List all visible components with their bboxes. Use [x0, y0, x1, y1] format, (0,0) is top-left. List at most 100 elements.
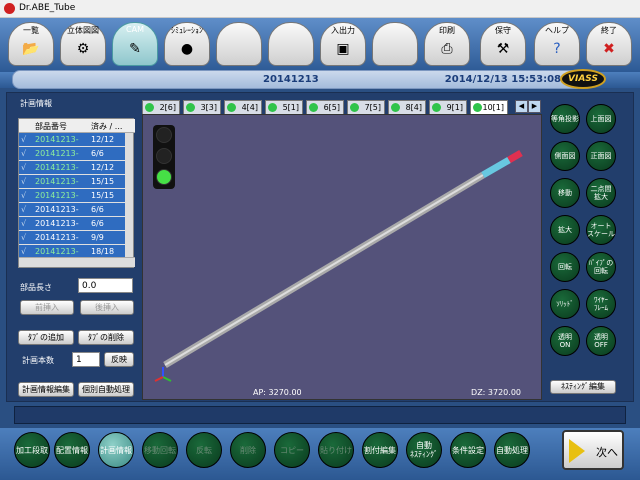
plan-count-stepper[interactable]: 1	[72, 352, 100, 367]
add-tab-button[interactable]: ﾀﾌﾞの追加	[18, 330, 74, 345]
status-bar	[14, 406, 626, 424]
tab-0[interactable]: 2[6]	[142, 100, 180, 114]
col-part-number[interactable]: 部品番号	[35, 121, 67, 132]
bottom-button-5[interactable]: 削除	[230, 432, 266, 468]
view-button-0[interactable]: 等角投影	[550, 104, 580, 134]
row-done: 15/15	[91, 177, 115, 186]
tab-1[interactable]: 3[3]	[183, 100, 221, 114]
parts-list[interactable]: 部品番号 済み / ... √ 20141213- 12/12 √ 20141213- 6…	[18, 118, 135, 268]
cam-button[interactable]: CAM ✎	[112, 22, 158, 66]
view-button-10[interactable]: ｿﾘｯﾄﾞ	[550, 289, 580, 319]
view-button-8[interactable]: 回転	[550, 252, 580, 282]
bottom-button-3[interactable]: 移動回転	[142, 432, 178, 468]
datetime: 2014/12/13 15:53:08	[444, 74, 561, 85]
tab-4[interactable]: 6[5]	[306, 100, 344, 114]
empty-button-2[interactable]	[268, 22, 314, 66]
pipe-cut-section	[481, 156, 511, 179]
tab-status-icon	[432, 103, 441, 112]
tab-8[interactable]: 10[1]	[470, 100, 508, 114]
bottom-button-10[interactable]: 条件設定	[450, 432, 486, 468]
table-row[interactable]: √ 20141213- 15/15	[19, 189, 127, 203]
insert-after-button[interactable]: 後挿入	[80, 300, 134, 315]
table-row[interactable]: √ 20141213- 6/6	[19, 147, 127, 161]
bottom-button-2[interactable]: 計画情報	[98, 432, 134, 468]
view-button-4[interactable]: 移動	[550, 178, 580, 208]
help-button[interactable]: ヘルプ?	[534, 22, 580, 66]
tab-right-arrow-icon[interactable]: ▶	[528, 100, 541, 113]
tab-3[interactable]: 5[1]	[265, 100, 303, 114]
table-row[interactable]: √ 20141213- 12/12	[19, 133, 127, 147]
delete-tab-button[interactable]: ﾀﾌﾞの削除	[78, 330, 134, 345]
cam-icon: ✎	[129, 41, 141, 57]
view-button-2[interactable]: 側面図	[550, 141, 580, 171]
row-done: 6/6	[91, 149, 104, 158]
view-button-11[interactable]: ﾜｲﾔｰ ﾌﾚｰﾑ	[586, 289, 616, 319]
row-check-icon[interactable]: √	[21, 191, 26, 200]
next-button[interactable]: 次へ	[562, 430, 624, 470]
view-button-3[interactable]: 正面図	[586, 141, 616, 171]
bottom-button-1[interactable]: 配置情報	[54, 432, 90, 468]
table-row[interactable]: √ 20141213- 15/15	[19, 175, 127, 189]
tab-7[interactable]: 9[1]	[429, 100, 467, 114]
3d-view-button[interactable]: 立体図図 ⚙	[60, 22, 106, 66]
row-check-icon[interactable]: √	[21, 219, 26, 228]
edit-plan-button[interactable]: 計画情報編集	[18, 382, 74, 397]
view-button-13[interactable]: 透明 OFF	[586, 326, 616, 356]
plan-name: 20141213	[263, 74, 319, 85]
row-check-icon[interactable]: √	[21, 163, 26, 172]
view-button-5[interactable]: 二点間 拡大	[586, 178, 616, 208]
empty-button-1[interactable]	[216, 22, 262, 66]
view-button-7[interactable]: オート スケール	[586, 215, 616, 245]
3d-viewport[interactable]: AP: 3270.00 DZ: 3720.00	[142, 114, 542, 400]
app-icon	[4, 3, 15, 14]
bottom-button-4[interactable]: 反転	[186, 432, 222, 468]
maintenance-button[interactable]: 保守 ⚒	[480, 22, 526, 66]
nesting-edit-button[interactable]: ﾈｽﾃｨﾝｸﾞ編集	[550, 380, 616, 394]
view-button-9[interactable]: ﾊﾟｲﾌﾟの 回転	[586, 252, 616, 282]
tab-6[interactable]: 8[4]	[388, 100, 426, 114]
view-button-6[interactable]: 拡大	[550, 215, 580, 245]
auto-process-button[interactable]: 個別自動処理	[78, 382, 134, 397]
bottom-button-7[interactable]: 貼り付け	[318, 432, 354, 468]
part-length-input[interactable]: 0.0	[78, 278, 133, 293]
row-check-icon[interactable]: √	[21, 135, 26, 144]
simulation-button[interactable]: ｼﾐｭﾚｰｼｮﾝ ●	[164, 22, 210, 66]
bottom-button-0[interactable]: 加工段取	[14, 432, 50, 468]
row-check-icon[interactable]: √	[21, 247, 26, 256]
row-check-icon[interactable]: √	[21, 177, 26, 186]
row-check-icon[interactable]: √	[21, 205, 26, 214]
col-done[interactable]: 済み / ...	[91, 121, 122, 132]
table-row[interactable]: √ 20141213- 6/6	[19, 203, 127, 217]
list-hscroll[interactable]	[19, 257, 135, 267]
row-part-number: 20141213-	[35, 219, 79, 228]
apply-button[interactable]: 反映	[104, 352, 134, 367]
tab-left-arrow-icon[interactable]: ◀	[515, 100, 528, 113]
row-check-icon[interactable]: √	[21, 233, 26, 242]
title-bar: Dr.ABE_Tube	[0, 0, 640, 18]
view-button-12[interactable]: 透明 ON	[550, 326, 580, 356]
list-vscroll[interactable]	[125, 133, 133, 257]
table-row[interactable]: √ 20141213- 12/12	[19, 161, 127, 175]
tab-status-icon	[268, 103, 277, 112]
pipe-end	[507, 149, 523, 164]
insert-before-button[interactable]: 前挿入	[20, 300, 74, 315]
tab-status-icon	[186, 103, 195, 112]
table-row[interactable]: √ 20141213- 6/6	[19, 217, 127, 231]
row-part-number: 20141213-	[35, 233, 79, 242]
row-check-icon[interactable]: √	[21, 149, 26, 158]
bottom-button-6[interactable]: コピー	[274, 432, 310, 468]
list-button[interactable]: 一覧 📂	[8, 22, 54, 66]
tab-2[interactable]: 4[4]	[224, 100, 262, 114]
table-row[interactable]: √ 20141213- 9/9	[19, 231, 127, 245]
io-button[interactable]: 入出力 ▣	[320, 22, 366, 66]
bottom-button-8[interactable]: 割付編集	[362, 432, 398, 468]
tab-5[interactable]: 7[5]	[347, 100, 385, 114]
row-done: 9/9	[91, 233, 104, 242]
bottom-button-11[interactable]: 自動処理	[494, 432, 530, 468]
bottom-button-9[interactable]: 自動 ﾈｽﾃｨﾝｸﾞ	[406, 432, 442, 468]
row-part-number: 20141213-	[35, 247, 79, 256]
empty-button-3[interactable]	[372, 22, 418, 66]
print-button[interactable]: 印刷 ⎙	[424, 22, 470, 66]
view-button-1[interactable]: 上面図	[586, 104, 616, 134]
exit-button[interactable]: 終了 ✖	[586, 22, 632, 66]
